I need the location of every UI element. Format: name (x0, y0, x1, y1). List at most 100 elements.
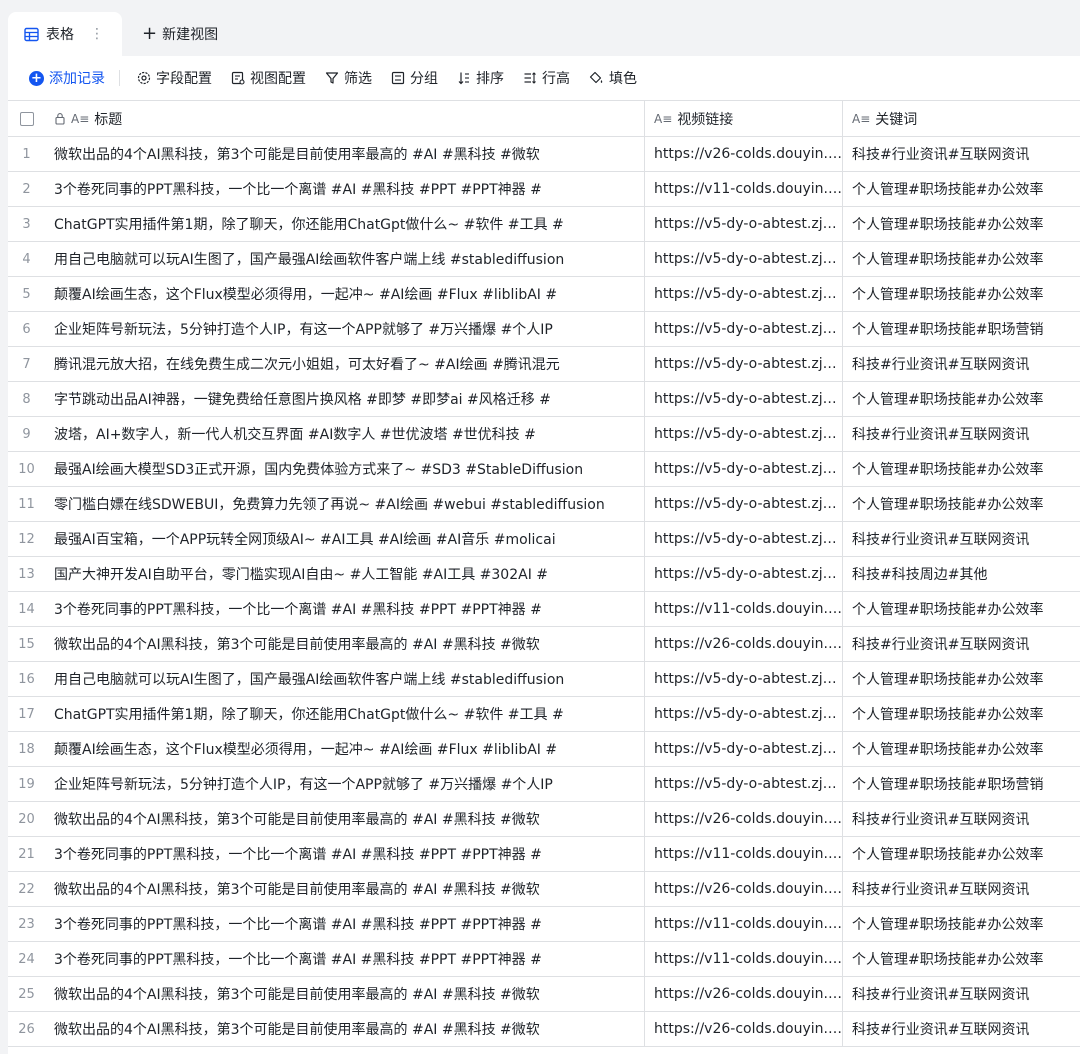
video-link-cell[interactable]: https://v5-dy-o-abtest.zjcdn.com (645, 557, 843, 591)
table-row[interactable]: 18 颠覆AI绘画生态，这个Flux模型必须得用，一起冲~ #AI绘画 #Flux… (8, 732, 1080, 767)
video-link-cell[interactable]: https://v5-dy-o-abtest.zjcdn.com (645, 487, 843, 521)
fill-color-button[interactable]: 填色 (589, 68, 637, 88)
keywords-cell[interactable]: 个人管理#职场技能#职场营销 (843, 312, 1080, 346)
keywords-cell[interactable]: 个人管理#职场技能#办公效率 (843, 942, 1080, 976)
keywords-cell[interactable]: 个人管理#职场技能#办公效率 (843, 382, 1080, 416)
video-link-cell[interactable]: https://v5-dy-o-abtest.zjcdn.com (645, 242, 843, 276)
table-row[interactable]: 10 最强AI绘画大模型SD3正式开源，国内免费体验方式来了~ #SD3 #Sta… (8, 452, 1080, 487)
title-cell[interactable]: 波塔，AI+数字人，新一代人机交互界面 #AI数字人 #世优波塔 #世优科技 # (45, 417, 645, 451)
table-row[interactable]: 7 腾讯混元放大招，在线免费生成二次元小姐姐，可太好看了~ #AI绘画 #腾讯混元… (8, 347, 1080, 382)
table-row[interactable]: 3 ChatGPT实用插件第1期，除了聊天，你还能用ChatGpt做什么~ #软件… (8, 207, 1080, 242)
field-config-button[interactable]: 字段配置 (137, 68, 212, 88)
video-link-cell[interactable]: https://v5-dy-o-abtest.zjcdn.com (645, 207, 843, 241)
title-cell[interactable]: 3个卷死同事的PPT黑科技，一个比一个离谱 #AI #黑科技 #PPT #PPT… (45, 172, 645, 206)
video-link-cell[interactable]: https://v11-colds.douyin.com (645, 942, 843, 976)
video-link-cell[interactable]: https://v5-dy-o-abtest.zjcdn.com (645, 662, 843, 696)
video-link-cell[interactable]: https://v26-colds.douyin.com (645, 872, 843, 906)
table-row[interactable]: 26 微软出品的4个AI黑科技，第3个可能是目前使用率最高的 #AI #黑科技 #… (8, 1012, 1080, 1047)
table-row[interactable]: 15 微软出品的4个AI黑科技，第3个可能是目前使用率最高的 #AI #黑科技 #… (8, 627, 1080, 662)
title-cell[interactable]: 微软出品的4个AI黑科技，第3个可能是目前使用率最高的 #AI #黑科技 #微软 (45, 977, 645, 1011)
video-link-cell[interactable]: https://v26-colds.douyin.com (645, 802, 843, 836)
table-row[interactable]: 14 3个卷死同事的PPT黑科技，一个比一个离谱 #AI #黑科技 #PPT #P… (8, 592, 1080, 627)
table-row[interactable]: 1 微软出品的4个AI黑科技，第3个可能是目前使用率最高的 #AI #黑科技 #微… (8, 137, 1080, 172)
keywords-cell[interactable]: 个人管理#职场技能#办公效率 (843, 907, 1080, 941)
table-row[interactable]: 20 微软出品的4个AI黑科技，第3个可能是目前使用率最高的 #AI #黑科技 #… (8, 802, 1080, 837)
video-link-cell[interactable]: https://v26-colds.douyin.com (645, 977, 843, 1011)
keywords-cell[interactable]: 个人管理#职场技能#办公效率 (843, 242, 1080, 276)
row-height-button[interactable]: 行高 (523, 68, 570, 88)
keywords-cell[interactable]: 个人管理#职场技能#办公效率 (843, 592, 1080, 626)
keywords-cell[interactable]: 个人管理#职场技能#办公效率 (843, 732, 1080, 766)
video-link-cell[interactable]: https://v5-dy-o-abtest.zjcdn.com (645, 277, 843, 311)
table-row[interactable]: 13 国产大神开发AI自助平台，零门槛实现AI自由~ #人工智能 #AI工具 #3… (8, 557, 1080, 592)
video-link-cell[interactable]: https://v5-dy-o-abtest.zjcdn.com (645, 312, 843, 346)
title-cell[interactable]: 字节跳动出品AI神器，一键免费给任意图片换风格 #即梦 #即梦ai #风格迁移 … (45, 382, 645, 416)
table-row[interactable]: 24 3个卷死同事的PPT黑科技，一个比一个离谱 #AI #黑科技 #PPT #P… (8, 942, 1080, 977)
select-all-checkbox[interactable] (19, 111, 34, 126)
keywords-cell[interactable]: 个人管理#职场技能#办公效率 (843, 172, 1080, 206)
title-cell[interactable]: 微软出品的4个AI黑科技，第3个可能是目前使用率最高的 #AI #黑科技 #微软 (45, 1012, 645, 1046)
table-row[interactable]: 22 微软出品的4个AI黑科技，第3个可能是目前使用率最高的 #AI #黑科技 #… (8, 872, 1080, 907)
table-row[interactable]: 5 颠覆AI绘画生态，这个Flux模型必须得用，一起冲~ #AI绘画 #Flux … (8, 277, 1080, 312)
keywords-cell[interactable]: 科技#行业资讯#互联网资讯 (843, 417, 1080, 451)
video-link-cell[interactable]: https://v11-colds.douyin.com (645, 592, 843, 626)
title-cell[interactable]: 颠覆AI绘画生态，这个Flux模型必须得用，一起冲~ #AI绘画 #Flux #… (45, 732, 645, 766)
video-link-cell[interactable]: https://v5-dy-o-abtest.zjcdn.com (645, 452, 843, 486)
view-config-button[interactable]: 视图配置 (231, 68, 306, 88)
title-cell[interactable]: 3个卷死同事的PPT黑科技，一个比一个离谱 #AI #黑科技 #PPT #PPT… (45, 942, 645, 976)
table-row[interactable]: 21 3个卷死同事的PPT黑科技，一个比一个离谱 #AI #黑科技 #PPT #P… (8, 837, 1080, 872)
title-cell[interactable]: 3个卷死同事的PPT黑科技，一个比一个离谱 #AI #黑科技 #PPT #PPT… (45, 907, 645, 941)
column-header-keywords[interactable]: A≡ 关键词 (843, 101, 1080, 136)
title-cell[interactable]: 最强AI百宝箱，一个APP玩转全网顶级AI~ #AI工具 #AI绘画 #AI音乐… (45, 522, 645, 556)
title-cell[interactable]: ChatGPT实用插件第1期，除了聊天，你还能用ChatGpt做什么~ #软件 … (45, 697, 645, 731)
table-row[interactable]: 16 用自己电脑就可以玩AI生图了，国产最强AI绘画软件客户端上线 #stable… (8, 662, 1080, 697)
title-cell[interactable]: 最强AI绘画大模型SD3正式开源，国内免费体验方式来了~ #SD3 #Stabl… (45, 452, 645, 486)
keywords-cell[interactable]: 个人管理#职场技能#办公效率 (843, 837, 1080, 871)
video-link-cell[interactable]: https://v5-dy-o-abtest.zjcdn.com (645, 347, 843, 381)
title-cell[interactable]: 颠覆AI绘画生态，这个Flux模型必须得用，一起冲~ #AI绘画 #Flux #… (45, 277, 645, 311)
title-cell[interactable]: 用自己电脑就可以玩AI生图了，国产最强AI绘画软件客户端上线 #stabledi… (45, 662, 645, 696)
keywords-cell[interactable]: 个人管理#职场技能#办公效率 (843, 207, 1080, 241)
video-link-cell[interactable]: https://v5-dy-o-abtest.zjcdn.com (645, 767, 843, 801)
column-header-video-link[interactable]: A≡ 视频链接 (645, 101, 843, 136)
video-link-cell[interactable]: https://v26-colds.douyin.com (645, 1012, 843, 1046)
keywords-cell[interactable]: 科技#行业资讯#互联网资讯 (843, 522, 1080, 556)
keywords-cell[interactable]: 科技#行业资讯#互联网资讯 (843, 627, 1080, 661)
keywords-cell[interactable]: 个人管理#职场技能#办公效率 (843, 452, 1080, 486)
title-cell[interactable]: 微软出品的4个AI黑科技，第3个可能是目前使用率最高的 #AI #黑科技 #微软 (45, 872, 645, 906)
keywords-cell[interactable]: 个人管理#职场技能#办公效率 (843, 487, 1080, 521)
keywords-cell[interactable]: 个人管理#职场技能#办公效率 (843, 697, 1080, 731)
table-row[interactable]: 23 3个卷死同事的PPT黑科技，一个比一个离谱 #AI #黑科技 #PPT #P… (8, 907, 1080, 942)
title-cell[interactable]: 微软出品的4个AI黑科技，第3个可能是目前使用率最高的 #AI #黑科技 #微软 (45, 802, 645, 836)
keywords-cell[interactable]: 科技#行业资讯#互联网资讯 (843, 977, 1080, 1011)
table-row[interactable]: 17 ChatGPT实用插件第1期，除了聊天，你还能用ChatGpt做什么~ #软… (8, 697, 1080, 732)
video-link-cell[interactable]: https://v5-dy-o-abtest.zjcdn.com (645, 382, 843, 416)
more-vertical-icon[interactable]: ⋮ (90, 26, 104, 42)
sort-button[interactable]: 排序 (457, 68, 504, 88)
title-cell[interactable]: 3个卷死同事的PPT黑科技，一个比一个离谱 #AI #黑科技 #PPT #PPT… (45, 592, 645, 626)
keywords-cell[interactable]: 科技#行业资讯#互联网资讯 (843, 347, 1080, 381)
keywords-cell[interactable]: 科技#科技周边#其他 (843, 557, 1080, 591)
add-record-button[interactable]: + 添加记录 (29, 68, 105, 88)
keywords-cell[interactable]: 科技#行业资讯#互联网资讯 (843, 1012, 1080, 1046)
keywords-cell[interactable]: 科技#行业资讯#互联网资讯 (843, 872, 1080, 906)
column-header-title[interactable]: A≡ 标题 (45, 101, 645, 136)
video-link-cell[interactable]: https://v5-dy-o-abtest.zjcdn.com (645, 417, 843, 451)
table-row[interactable]: 8 字节跳动出品AI神器，一键免费给任意图片换风格 #即梦 #即梦ai #风格迁移… (8, 382, 1080, 417)
keywords-cell[interactable]: 科技#行业资讯#互联网资讯 (843, 802, 1080, 836)
table-row[interactable]: 19 企业矩阵号新玩法，5分钟打造个人IP，有这一个APP就够了 #万兴播爆 #个… (8, 767, 1080, 802)
table-row[interactable]: 2 3个卷死同事的PPT黑科技，一个比一个离谱 #AI #黑科技 #PPT #PP… (8, 172, 1080, 207)
table-row[interactable]: 6 企业矩阵号新玩法，5分钟打造个人IP，有这一个APP就够了 #万兴播爆 #个人… (8, 312, 1080, 347)
title-cell[interactable]: 企业矩阵号新玩法，5分钟打造个人IP，有这一个APP就够了 #万兴播爆 #个人I… (45, 312, 645, 346)
title-cell[interactable]: 微软出品的4个AI黑科技，第3个可能是目前使用率最高的 #AI #黑科技 #微软 (45, 627, 645, 661)
title-cell[interactable]: 3个卷死同事的PPT黑科技，一个比一个离谱 #AI #黑科技 #PPT #PPT… (45, 837, 645, 871)
table-row[interactable]: 9 波塔，AI+数字人，新一代人机交互界面 #AI数字人 #世优波塔 #世优科技 … (8, 417, 1080, 452)
keywords-cell[interactable]: 个人管理#职场技能#办公效率 (843, 277, 1080, 311)
video-link-cell[interactable]: https://v5-dy-o-abtest.zjcdn.com (645, 732, 843, 766)
title-cell[interactable]: 零门槛白嫖在线SDWEBUI，免费算力先领了再说~ #AI绘画 #webui #… (45, 487, 645, 521)
table-row[interactable]: 4 用自己电脑就可以玩AI生图了，国产最强AI绘画软件客户端上线 #stabled… (8, 242, 1080, 277)
filter-button[interactable]: 筛选 (325, 68, 372, 88)
tab-grid-view[interactable]: 表格 ⋮ (8, 12, 122, 56)
title-cell[interactable]: 微软出品的4个AI黑科技，第3个可能是目前使用率最高的 #AI #黑科技 #微软 (45, 137, 645, 171)
video-link-cell[interactable]: https://v5-dy-o-abtest.zjcdn.com (645, 522, 843, 556)
